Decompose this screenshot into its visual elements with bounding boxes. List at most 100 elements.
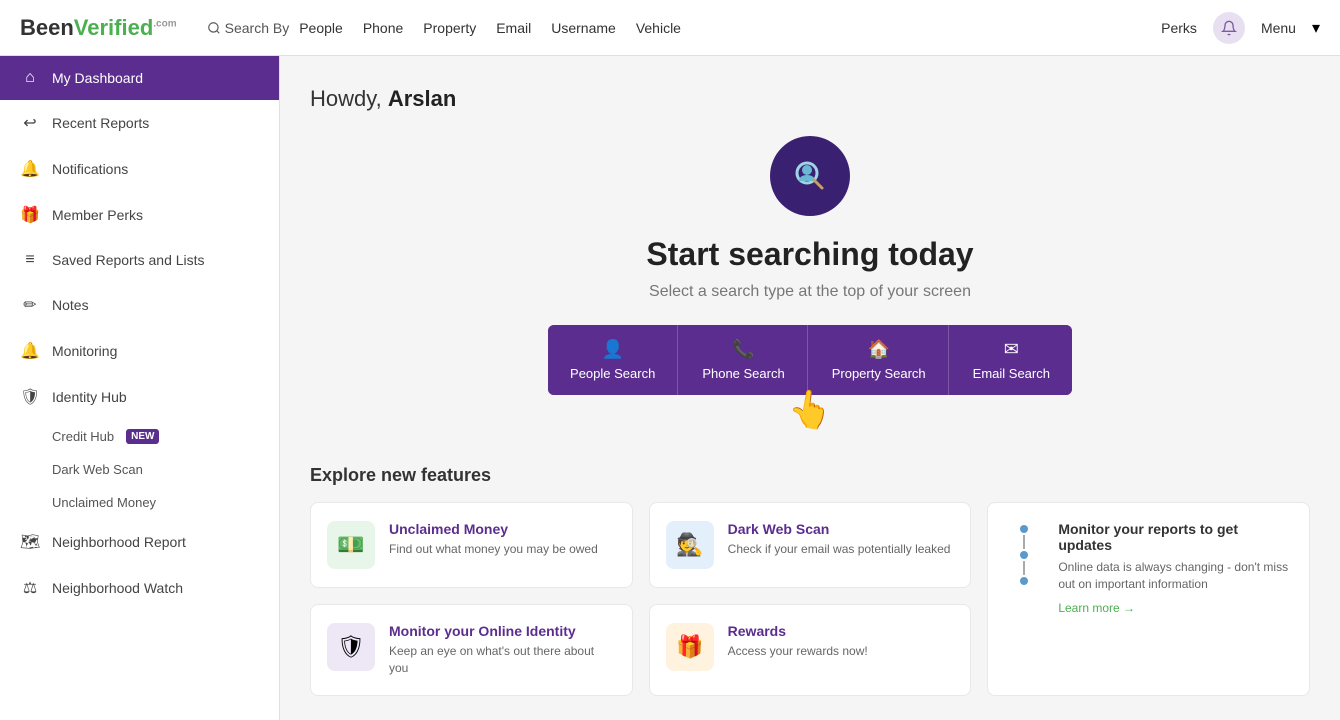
monitor-title: Monitor your reports to get updates [1058, 521, 1293, 553]
dark-web-content: Dark Web Scan Check if your email was po… [728, 521, 951, 558]
nav-email[interactable]: Email [496, 20, 531, 36]
feature-card-rewards[interactable]: 🎁 Rewards Access your rewards now! [649, 604, 972, 696]
monitor-identity-content: Monitor your Online Identity Keep an eye… [389, 623, 616, 677]
people-icon: 👤 [601, 339, 623, 360]
monitor-text: Monitor your reports to get updates Onli… [1058, 521, 1293, 615]
sidebar: ⌂ My Dashboard ↩ Recent Reports 🔔 Notifi… [0, 56, 280, 720]
feature-card-monitor-identity[interactable]: 🛡 Monitor your Online Identity Keep an e… [310, 604, 633, 696]
cursor-hand: 👆 [788, 385, 833, 435]
line-2 [1023, 561, 1025, 575]
monitor-identity-desc: Keep an eye on what's out there about yo… [389, 643, 616, 677]
hero-subtitle: Select a search type at the top of your … [649, 283, 971, 301]
sidebar-item-identity-hub[interactable]: 🛡 Identity Hub [0, 374, 279, 420]
people-search-label: People Search [570, 366, 655, 381]
sidebar-item-monitoring[interactable]: 🔔 Monitoring [0, 328, 279, 374]
phone-search-label: Phone Search [702, 366, 784, 381]
notes-icon: ✏ [20, 295, 40, 315]
rewards-desc: Access your rewards now! [728, 643, 868, 660]
perks-button[interactable]: Perks [1161, 20, 1197, 36]
sidebar-item-notifications[interactable]: 🔔 Notifications [0, 146, 279, 192]
property-search-label: Property Search [832, 366, 926, 381]
search-by-nav[interactable]: Search By [207, 20, 290, 36]
search-by-label: Search By [225, 20, 290, 36]
sidebar-monitoring-label: Monitoring [52, 343, 117, 359]
credit-hub-label: Credit Hub [52, 429, 114, 444]
recent-icon: ↩ [20, 113, 40, 133]
learn-more-link[interactable]: Learn more → [1058, 601, 1293, 615]
property-icon: 🏠 [867, 339, 889, 360]
sidebar-item-recent-reports[interactable]: ↩ Recent Reports [0, 100, 279, 146]
hero-section: Start searching today Select a search ty… [310, 136, 1310, 435]
unclaimed-money-icon: 💵 [327, 521, 375, 569]
rewards-content: Rewards Access your rewards now! [728, 623, 868, 660]
line-1 [1023, 535, 1025, 549]
sidebar-dashboard-label: My Dashboard [52, 70, 143, 86]
monitor-reports-card[interactable]: Monitor your reports to get updates Onli… [987, 502, 1310, 696]
nav-phone[interactable]: Phone [363, 20, 403, 36]
layout: ⌂ My Dashboard ↩ Recent Reports 🔔 Notifi… [0, 56, 1340, 720]
people-search-button[interactable]: 👤 People Search [548, 325, 678, 395]
greeting-text: Howdy, [310, 86, 388, 111]
nav-property[interactable]: Property [423, 20, 476, 36]
sidebar-item-credit-hub[interactable]: Credit Hub NEW [52, 420, 279, 453]
map-icon: 🗺 [20, 532, 40, 552]
sidebar-sub-items: Credit Hub NEW Dark Web Scan Unclaimed M… [0, 420, 279, 519]
menu-button[interactable]: Menu [1261, 20, 1296, 36]
sidebar-identity-label: Identity Hub [52, 389, 127, 405]
main-nav: People Phone Property Email Username Veh… [299, 20, 1161, 36]
dark-web-title: Dark Web Scan [728, 521, 951, 537]
sidebar-recent-label: Recent Reports [52, 115, 149, 131]
sidebar-item-dashboard[interactable]: ⌂ My Dashboard [0, 56, 279, 100]
hand-icon: 👆 [784, 385, 835, 434]
dot-mid [1020, 551, 1028, 559]
monitor-identity-title: Monitor your Online Identity [389, 623, 616, 639]
sidebar-item-unclaimed-money[interactable]: Unclaimed Money [52, 486, 279, 519]
bell-icon: 🔔 [20, 159, 40, 179]
phone-icon: 📞 [732, 339, 754, 360]
menu-chevron-icon: ▾ [1312, 18, 1320, 38]
home-icon: ⌂ [20, 69, 40, 87]
new-badge: NEW [126, 429, 159, 444]
logo-green: Verified [74, 15, 153, 40]
monitor-identity-icon: 🛡 [327, 623, 375, 671]
logo[interactable]: BeenVerified.com [20, 15, 177, 41]
hero-icon-circle [770, 136, 850, 216]
nav-vehicle[interactable]: Vehicle [636, 20, 681, 36]
email-icon: ✉ [1004, 339, 1019, 360]
dark-web-scan-label: Dark Web Scan [52, 462, 143, 477]
sidebar-item-saved-reports[interactable]: ≡ Saved Reports and Lists [0, 238, 279, 282]
hero-title: Start searching today [646, 236, 973, 273]
sidebar-item-neighborhood-watch[interactable]: ⚖ Neighborhood Watch [0, 565, 279, 611]
email-search-button[interactable]: ✉ Email Search [951, 325, 1072, 395]
sidebar-perks-label: Member Perks [52, 207, 143, 223]
dot-line [1020, 525, 1028, 585]
list-icon: ≡ [20, 251, 40, 269]
rewards-title: Rewards [728, 623, 868, 639]
feature-card-dark-web[interactable]: 🕵️ Dark Web Scan Check if your email was… [649, 502, 972, 588]
notifications-bell[interactable] [1213, 12, 1245, 44]
sidebar-item-member-perks[interactable]: 🎁 Member Perks [0, 192, 279, 238]
watch-icon: ⚖ [20, 578, 40, 598]
nav-username[interactable]: Username [551, 20, 616, 36]
sidebar-item-notes[interactable]: ✏ Notes [0, 282, 279, 328]
feature-card-unclaimed-money[interactable]: 💵 Unclaimed Money Find out what money yo… [310, 502, 633, 588]
gift-icon: 🎁 [20, 205, 40, 225]
header: BeenVerified.com Search By People Phone … [0, 0, 1340, 56]
unclaimed-money-title: Unclaimed Money [389, 521, 598, 537]
sidebar-notes-label: Notes [52, 297, 89, 313]
dark-web-desc: Check if your email was potentially leak… [728, 541, 951, 558]
unclaimed-money-content: Unclaimed Money Find out what money you … [389, 521, 598, 558]
shield-icon: 🛡 [20, 387, 40, 407]
sidebar-item-neighborhood-report[interactable]: 🗺 Neighborhood Report [0, 519, 279, 565]
dark-web-icon: 🕵️ [666, 521, 714, 569]
sidebar-watch-label: Neighborhood Watch [52, 580, 183, 596]
nav-people[interactable]: People [299, 20, 343, 36]
explore-title: Explore new features [310, 465, 1310, 486]
sidebar-neighborhood-label: Neighborhood Report [52, 534, 186, 550]
unclaimed-money-label: Unclaimed Money [52, 495, 156, 510]
dot-bottom [1020, 577, 1028, 585]
logo-sup: .com [153, 18, 176, 29]
sidebar-item-dark-web-scan[interactable]: Dark Web Scan [52, 453, 279, 486]
rewards-icon: 🎁 [666, 623, 714, 671]
feature-grid: 💵 Unclaimed Money Find out what money yo… [310, 502, 1310, 696]
